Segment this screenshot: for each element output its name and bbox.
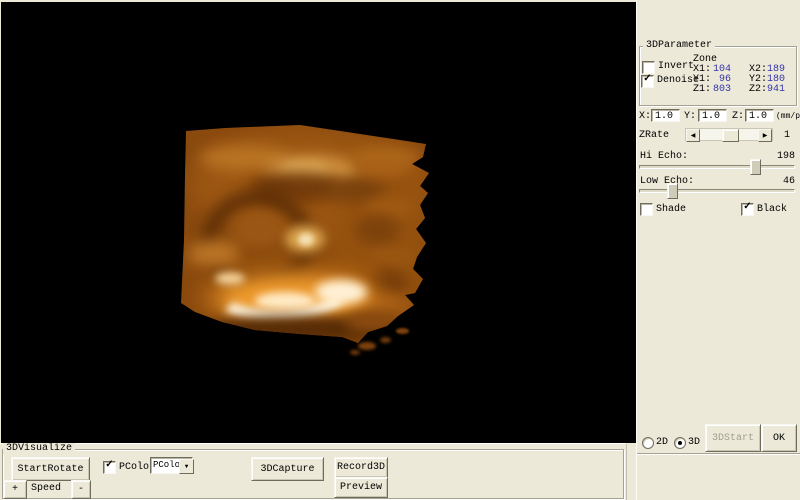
radio-2d[interactable] <box>642 437 654 449</box>
check-icon: ✓ <box>105 460 113 471</box>
volume-blob <box>345 310 400 332</box>
zone-z2-label: Z2: <box>749 84 767 95</box>
check-icon: ✓ <box>743 202 751 213</box>
panel-divider <box>637 453 800 455</box>
render-viewport[interactable] <box>1 2 636 443</box>
radio-3d-label: 3D <box>688 437 700 448</box>
shade-checkbox[interactable] <box>640 203 653 216</box>
scroll-left-icon[interactable]: ◀ <box>686 129 700 142</box>
hi-echo-value: 198 <box>757 151 795 162</box>
y-scale-input[interactable]: 1.0 <box>698 109 727 122</box>
capture-3d-button[interactable]: 3DCapture <box>251 457 324 481</box>
check-icon: ✓ <box>643 74 651 85</box>
speed-minus-button[interactable]: - <box>71 480 91 499</box>
radio-2d-label: 2D <box>656 437 668 448</box>
invert-label: Invert <box>658 61 694 72</box>
parameter-panel: 3DParameter Invert ✓ Denoise Zone X1: 10… <box>636 0 800 500</box>
volume-blob <box>298 233 314 246</box>
hi-echo-label: Hi Echo: <box>640 151 688 162</box>
low-echo-slider-thumb[interactable] <box>667 183 678 199</box>
speed-plus-button[interactable]: + <box>3 480 27 499</box>
radio-3d[interactable] <box>674 437 686 449</box>
volume-blob <box>235 215 280 247</box>
zrate-value: 1 <box>784 130 790 141</box>
black-label: Black <box>757 204 787 215</box>
start-rotate-button[interactable]: StartRotate <box>11 457 90 481</box>
zrate-label: ZRate <box>639 130 669 141</box>
z-scale-input[interactable]: 1.0 <box>745 109 774 122</box>
hi-echo-slider-thumb[interactable] <box>750 159 761 175</box>
zrate-scrollbar-thumb[interactable] <box>722 129 739 142</box>
volume-blob <box>330 178 385 202</box>
volume-blob <box>368 250 413 265</box>
volume-fragment <box>380 337 391 343</box>
ok-button[interactable]: OK <box>761 424 797 452</box>
record-3d-button[interactable]: Record3D <box>334 457 388 478</box>
dropdown-arrow-icon[interactable]: ▼ <box>179 459 194 474</box>
pcolor-checkbox[interactable]: ✓ <box>103 461 116 474</box>
speed-label: Speed <box>31 483 61 494</box>
volume-fragment <box>396 328 409 334</box>
denoise-checkbox[interactable]: ✓ <box>641 75 654 88</box>
z-scale-label: Z: <box>732 111 744 122</box>
volume-blob <box>215 272 245 285</box>
volume-fragment <box>358 342 376 350</box>
volume-blob <box>255 292 315 310</box>
low-echo-value: 46 <box>757 176 795 187</box>
hi-echo-slider-track[interactable] <box>639 165 795 169</box>
x-scale-label: X: <box>639 111 651 122</box>
scale-unit-label: (mm/p) <box>776 112 800 121</box>
volume-blob <box>355 215 400 245</box>
x-scale-input[interactable]: 1.0 <box>651 109 680 122</box>
volume-blob <box>355 160 410 176</box>
zone-z1-value: 803 <box>709 84 731 95</box>
zone-z2-value: 941 <box>767 84 785 95</box>
volume-blob <box>365 200 415 216</box>
volume-blob <box>315 280 367 304</box>
volume-fragment <box>350 350 360 355</box>
scroll-right-icon[interactable]: ▶ <box>758 129 772 142</box>
black-checkbox[interactable]: ✓ <box>741 203 754 216</box>
app-window: { "colors": { "panel_bg": "#ece9d8", "va… <box>0 0 800 500</box>
invert-checkbox[interactable] <box>642 61 655 74</box>
y-scale-label: Y: <box>684 111 696 122</box>
visualize-group-title: 3DVisualize <box>3 443 75 454</box>
preview-button[interactable]: Preview <box>334 477 388 498</box>
visualize-panel: 3DVisualize StartRotate + Speed - ✓ PCol… <box>0 443 627 500</box>
start-3d-button[interactable]: 3DStart <box>705 424 761 452</box>
shade-label: Shade <box>656 204 686 215</box>
low-echo-slider-track[interactable] <box>639 189 795 193</box>
parameter-group-title: 3DParameter <box>643 40 715 51</box>
ultrasound-volume <box>180 120 432 355</box>
zrate-scrollbar[interactable]: ◀ ▶ <box>685 128 773 141</box>
